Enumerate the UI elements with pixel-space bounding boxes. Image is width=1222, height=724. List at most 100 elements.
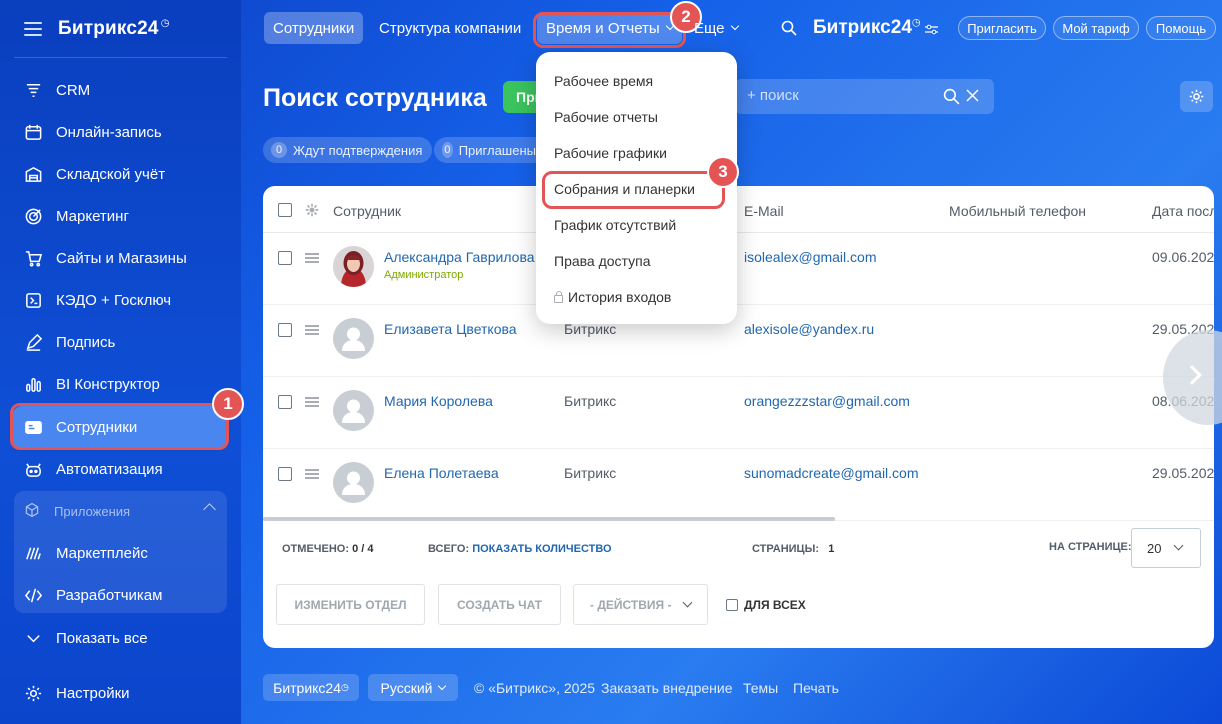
change-department-button[interactable]: ИЗМЕНИТЬ ОТДЕЛ: [276, 584, 425, 625]
create-chat-button[interactable]: СОЗДАТЬ ЧАТ: [438, 584, 561, 625]
cube-icon: [24, 502, 40, 521]
footer-link-order[interactable]: Заказать внедрение: [601, 680, 733, 696]
tab-label: Структура компании: [379, 19, 522, 37]
marketplace-icon: [22, 542, 44, 564]
language-select[interactable]: Русский: [368, 674, 458, 701]
drag-handle-icon[interactable]: [305, 469, 319, 479]
menu-icon[interactable]: [24, 21, 42, 36]
horizontal-scrollbar[interactable]: [263, 517, 835, 521]
actions-select[interactable]: - ДЕЙСТВИЯ -: [573, 584, 708, 625]
footer-link-themes[interactable]: Темы: [743, 680, 778, 696]
logo[interactable]: Битрикс24 ◷: [58, 18, 170, 40]
my-plan-button[interactable]: Мой тариф: [1053, 16, 1139, 40]
sidebar-item-bi[interactable]: BI Конструктор: [12, 363, 228, 405]
gear-icon: [22, 682, 44, 704]
sidebar-item-developers[interactable]: Разработчикам: [12, 574, 228, 616]
help-button[interactable]: Помощь: [1146, 16, 1216, 40]
sidebar-item-sites-shops[interactable]: Сайты и Магазины: [12, 237, 228, 279]
menu-item-login-history[interactable]: История входов: [554, 289, 671, 305]
chevron-down-icon: [682, 597, 693, 608]
footer-link-print[interactable]: Печать: [793, 680, 839, 696]
close-icon[interactable]: [966, 89, 979, 102]
per-page-select[interactable]: 20: [1131, 528, 1201, 568]
employee-name-link[interactable]: Александра Гаврилова: [384, 249, 535, 265]
counter-invited[interactable]: 0 Приглашены: [434, 137, 546, 163]
footer-brand-button[interactable]: Битрикс24 ◷: [263, 674, 359, 701]
show-all-button[interactable]: Показать все: [12, 617, 228, 659]
sidebar-item-online-booking[interactable]: Онлайн-запись: [12, 111, 228, 153]
for-all-toggle[interactable]: ДЛЯ ВСЕХ: [726, 598, 806, 612]
employee-email-link[interactable]: isolealex@gmail.com: [744, 249, 876, 265]
avatar[interactable]: [333, 462, 374, 503]
menu-item-work-reports[interactable]: Рабочие отчеты: [554, 109, 658, 125]
employee-name-link[interactable]: Мария Королева: [384, 393, 493, 409]
per-page-label: НА СТРАНИЦЕ:: [1049, 541, 1132, 553]
sidebar-item-warehouse[interactable]: Складской учёт: [12, 153, 228, 195]
table-row[interactable]: Елизавета Цветкова Битрикс alexisole@yan…: [263, 305, 1214, 377]
for-all-checkbox[interactable]: [726, 599, 738, 611]
sidebar: Битрикс24 ◷ CRM Онлайн-запись Складской у…: [0, 0, 244, 724]
employee-name-link[interactable]: Елена Полетаева: [384, 465, 499, 481]
row-checkbox[interactable]: [278, 395, 292, 409]
select-all-checkbox[interactable]: [278, 203, 292, 217]
avatar[interactable]: [333, 318, 374, 359]
search-icon[interactable]: [781, 20, 797, 36]
avatar[interactable]: [333, 390, 374, 431]
invite-top-button[interactable]: Пригласить: [958, 16, 1046, 40]
search-icon[interactable]: [943, 88, 960, 105]
settings-sliders-icon[interactable]: [925, 24, 938, 35]
sidebar-item-signature[interactable]: Подпись: [12, 321, 228, 363]
tab-employees[interactable]: Сотрудники: [264, 12, 364, 44]
column-header-employee[interactable]: Сотрудник: [333, 203, 401, 219]
sidebar-item-crm[interactable]: CRM: [12, 69, 228, 111]
robot-icon: [22, 458, 44, 480]
search-bar[interactable]: [735, 79, 994, 114]
sidebar-item-settings[interactable]: Настройки: [12, 672, 228, 714]
last-login-date: 29.05.2025: [1152, 465, 1214, 481]
column-header-email[interactable]: E-Mail: [744, 203, 784, 219]
table-row[interactable]: Александра Гаврилова Администратор isole…: [263, 233, 1214, 305]
avatar[interactable]: [333, 246, 374, 287]
column-settings-icon[interactable]: [305, 203, 319, 217]
counter-label: Приглашены: [458, 142, 536, 158]
employee-email-link[interactable]: orangezzzstar@gmail.com: [744, 393, 910, 409]
drag-handle-icon[interactable]: [305, 397, 319, 407]
row-checkbox[interactable]: [278, 323, 292, 337]
chevron-down-icon: [438, 681, 447, 690]
marked-count: ОТМЕЧЕНО: 0 / 4: [282, 543, 374, 555]
column-header-last-login[interactable]: Дата посл: [1152, 203, 1214, 219]
tab-more[interactable]: Еще: [685, 12, 747, 44]
sidebar-item-marketing[interactable]: Маркетинг: [12, 195, 228, 237]
sidebar-item-marketplace[interactable]: Маркетплейс: [12, 532, 228, 574]
copyright: © «Битрикс», 2025: [474, 680, 596, 696]
drag-handle-icon[interactable]: [305, 325, 319, 335]
sidebar-item-label: Автоматизация: [56, 460, 163, 478]
per-page-value: 20: [1147, 541, 1162, 556]
column-header-phone[interactable]: Мобильный телефон: [949, 203, 1086, 219]
apps-group-header[interactable]: Приложения: [24, 502, 130, 521]
show-count-link[interactable]: ПОКАЗАТЬ КОЛИЧЕСТВО: [472, 543, 611, 555]
menu-item-access-rights[interactable]: Права доступа: [554, 253, 650, 269]
counter-awaiting-confirmation[interactable]: 0 Ждут подтверждения: [263, 137, 433, 163]
grid-settings-button[interactable]: [1180, 81, 1213, 112]
settings-label: Настройки: [56, 684, 130, 702]
sidebar-item-label: Разработчикам: [56, 586, 163, 604]
sidebar-item-label: Маркетплейс: [56, 544, 148, 562]
employee-name-link[interactable]: Елизавета Цветкова: [384, 321, 517, 337]
search-input[interactable]: [747, 87, 927, 104]
menu-item-work-schedules[interactable]: Рабочие графики: [554, 145, 667, 161]
calendar-icon: [22, 121, 44, 143]
sidebar-item-label: Маркетинг: [56, 207, 129, 225]
employee-email-link[interactable]: alexisole@yandex.ru: [744, 321, 874, 337]
row-checkbox[interactable]: [278, 251, 292, 265]
table-row[interactable]: Елена Полетаева Битрикс sunomadcreate@gm…: [263, 449, 1214, 521]
menu-item-work-time[interactable]: Рабочее время: [554, 73, 653, 89]
drag-handle-icon[interactable]: [305, 253, 319, 263]
employee-email-link[interactable]: sunomadcreate@gmail.com: [744, 465, 919, 481]
sidebar-item-automation[interactable]: Автоматизация: [12, 448, 228, 490]
menu-item-absence-chart[interactable]: График отсутствий: [554, 217, 676, 233]
table-row[interactable]: Мария Королева Битрикс orangezzzstar@gma…: [263, 377, 1214, 449]
row-checkbox[interactable]: [278, 467, 292, 481]
tab-company-structure[interactable]: Структура компании: [370, 12, 530, 44]
sidebar-item-kedo[interactable]: КЭДО + Госключ: [12, 279, 228, 321]
